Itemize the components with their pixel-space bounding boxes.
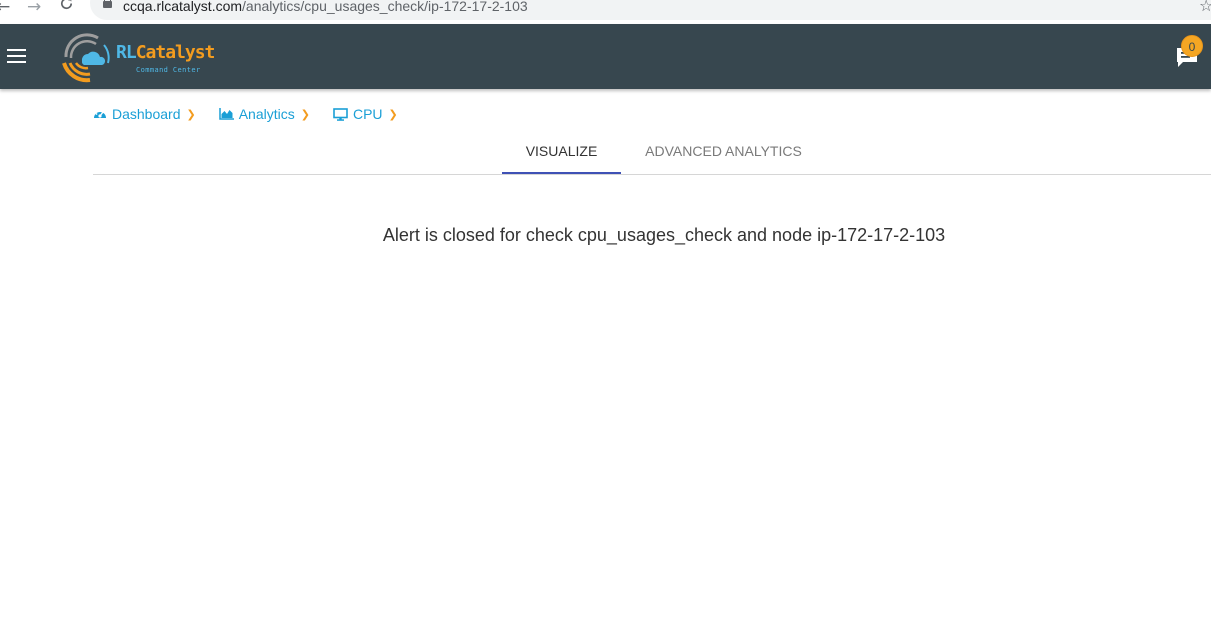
active-tab-indicator bbox=[502, 172, 621, 174]
notification-count-badge[interactable]: 0 bbox=[1181, 35, 1203, 57]
logo-mark-icon bbox=[62, 33, 110, 83]
star-icon[interactable]: ☆ bbox=[1199, 0, 1211, 14]
menu-icon[interactable] bbox=[7, 49, 27, 63]
browser-toolbar: ← → ccqa.rlcatalyst.com/analytics/cpu_us… bbox=[0, 0, 1211, 24]
chevron-right-icon: ❯ bbox=[300, 107, 310, 121]
chevron-right-icon: ❯ bbox=[186, 107, 196, 121]
breadcrumb-item-cpu[interactable]: CPU bbox=[333, 106, 383, 122]
logo-tagline: Command Center bbox=[136, 66, 201, 74]
alert-status-message: Alert is closed for check cpu_usages_che… bbox=[382, 225, 946, 245]
dashboard-gauge-icon bbox=[93, 108, 107, 120]
rlcatalyst-logo[interactable]: RLCatalyst Command Center bbox=[60, 31, 215, 83]
logo-wordmark: RLCatalyst bbox=[116, 42, 215, 63]
tab-advanced-analytics[interactable]: ADVANCED ANALYTICS bbox=[633, 143, 814, 159]
tab-visualize[interactable]: VISUALIZE bbox=[502, 143, 621, 159]
breadcrumb: Dashboard ❯ Analytics ❯ CPU ❯ bbox=[93, 105, 421, 123]
chevron-right-icon: ❯ bbox=[388, 107, 398, 121]
back-arrow-icon[interactable]: ← bbox=[0, 0, 10, 16]
lock-icon[interactable] bbox=[103, 0, 112, 8]
app-header: RLCatalyst Command Center 0 bbox=[0, 24, 1211, 89]
breadcrumb-item-analytics[interactable]: Analytics bbox=[218, 106, 295, 122]
breadcrumb-label: Analytics bbox=[238, 106, 295, 122]
reload-icon[interactable] bbox=[59, 0, 74, 11]
desktop-icon bbox=[333, 107, 348, 121]
forward-arrow-icon[interactable]: → bbox=[27, 0, 41, 16]
area-chart-icon bbox=[218, 108, 234, 120]
tabs-divider bbox=[93, 174, 1211, 175]
url-text[interactable]: ccqa.rlcatalyst.com/analytics/cpu_usages… bbox=[123, 0, 528, 13]
breadcrumb-item-dashboard[interactable]: Dashboard bbox=[93, 106, 181, 122]
breadcrumb-label: Dashboard bbox=[112, 106, 181, 122]
breadcrumb-label: CPU bbox=[352, 106, 383, 122]
